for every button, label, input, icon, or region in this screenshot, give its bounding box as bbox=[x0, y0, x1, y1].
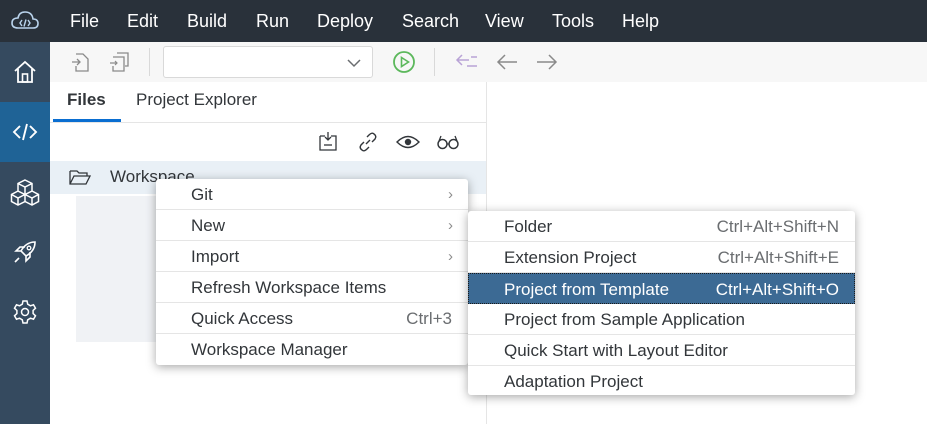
menu-item-shortcut: Ctrl+Alt+Shift+E bbox=[717, 248, 839, 267]
menu-item-folder[interactable]: Folder Ctrl+Alt+Shift+N bbox=[468, 211, 855, 242]
menu-item-label: Extension Project bbox=[504, 248, 637, 267]
menu-item-label: Quick Start with Layout Editor bbox=[504, 341, 728, 360]
menu-item-label: Refresh Workspace Items bbox=[191, 278, 387, 297]
menu-item-quick-access[interactable]: Quick Access Ctrl+3 bbox=[156, 303, 468, 334]
menu-view[interactable]: View bbox=[485, 0, 524, 42]
link-icon[interactable] bbox=[356, 130, 380, 154]
rocket-icon[interactable] bbox=[0, 222, 50, 282]
toolbar bbox=[50, 42, 927, 83]
toolbar-separator bbox=[149, 48, 150, 76]
menu-help[interactable]: Help bbox=[622, 0, 659, 42]
menu-item-label: Git bbox=[191, 185, 213, 204]
menu-item-workspace-manager[interactable]: Workspace Manager bbox=[156, 334, 468, 365]
menu-item-label: Workspace Manager bbox=[191, 340, 348, 359]
context-menu: Git › New › Import › Refresh Workspace I… bbox=[156, 179, 468, 365]
new-file-icon[interactable] bbox=[68, 50, 92, 74]
menu-bar: File Edit Build Run Deploy Search View T… bbox=[0, 0, 927, 42]
cubes-icon[interactable] bbox=[0, 162, 50, 222]
menu-item-adaptation-project[interactable]: Adaptation Project bbox=[468, 366, 855, 397]
menu-item-label: Project from Sample Application bbox=[504, 310, 745, 329]
menu-item-quick-start-layout-editor[interactable]: Quick Start with Layout Editor bbox=[468, 335, 855, 366]
menu-item-shortcut: Ctrl+Alt+Shift+N bbox=[716, 217, 839, 236]
run-icon[interactable] bbox=[392, 50, 416, 74]
copy-file-icon[interactable] bbox=[108, 50, 132, 74]
menu-item-label: Folder bbox=[504, 217, 553, 236]
chevron-right-icon: › bbox=[448, 186, 453, 203]
menu-deploy[interactable]: Deploy bbox=[317, 0, 373, 42]
menu-item-shortcut: Ctrl+Alt+Shift+O bbox=[715, 280, 839, 299]
tab-files[interactable]: Files bbox=[67, 82, 106, 122]
code-icon[interactable] bbox=[0, 102, 50, 162]
settings-icon[interactable] bbox=[0, 282, 50, 342]
eye-icon[interactable] bbox=[396, 130, 420, 154]
tab-divider bbox=[50, 122, 486, 123]
arrow-left-icon[interactable] bbox=[496, 50, 520, 74]
folder-icon bbox=[69, 168, 92, 191]
chevron-down-icon[interactable] bbox=[346, 55, 362, 75]
run-configuration-select[interactable] bbox=[163, 46, 373, 78]
menu-item-project-from-sample-application[interactable]: Project from Sample Application bbox=[468, 304, 855, 335]
menu-item-git[interactable]: Git › bbox=[156, 179, 468, 210]
menu-item-shortcut: Ctrl+3 bbox=[406, 309, 452, 328]
menu-item-label: New bbox=[191, 216, 226, 235]
menu-build[interactable]: Build bbox=[187, 0, 227, 42]
chevron-right-icon: › bbox=[448, 217, 453, 234]
arrow-right-icon[interactable] bbox=[534, 50, 558, 74]
menu-run[interactable]: Run bbox=[256, 0, 289, 42]
menu-item-label: Adaptation Project bbox=[504, 372, 643, 391]
menu-item-label: Quick Access bbox=[191, 309, 294, 328]
toolbar-separator bbox=[434, 48, 435, 76]
menu-item-import[interactable]: Import › bbox=[156, 241, 468, 272]
tab-project-explorer[interactable]: Project Explorer bbox=[136, 82, 257, 122]
submenu-new: Folder Ctrl+Alt+Shift+N Extension Projec… bbox=[468, 211, 855, 395]
menu-item-refresh-workspace-items[interactable]: Refresh Workspace Items bbox=[156, 272, 468, 303]
collapse-all-icon[interactable] bbox=[316, 130, 340, 154]
menu-item-label: Import bbox=[191, 247, 240, 266]
cloud-code-logo-icon[interactable] bbox=[0, 0, 50, 42]
menu-file[interactable]: File bbox=[70, 0, 99, 42]
menu-edit[interactable]: Edit bbox=[127, 0, 158, 42]
chevron-right-icon: › bbox=[448, 248, 453, 265]
menu-item-extension-project[interactable]: Extension Project Ctrl+Alt+Shift+E bbox=[468, 242, 855, 273]
menu-item-project-from-template[interactable]: Project from Template Ctrl+Alt+Shift+O bbox=[468, 273, 855, 304]
menu-tools[interactable]: Tools bbox=[552, 0, 594, 42]
home-icon[interactable] bbox=[0, 42, 50, 102]
left-rail bbox=[0, 42, 50, 424]
menu-item-new[interactable]: New › bbox=[156, 210, 468, 241]
menu-search[interactable]: Search bbox=[402, 0, 459, 42]
menu-item-label: Project from Template bbox=[504, 280, 670, 299]
back-list-icon[interactable] bbox=[455, 50, 479, 74]
glasses-icon[interactable] bbox=[436, 130, 460, 154]
